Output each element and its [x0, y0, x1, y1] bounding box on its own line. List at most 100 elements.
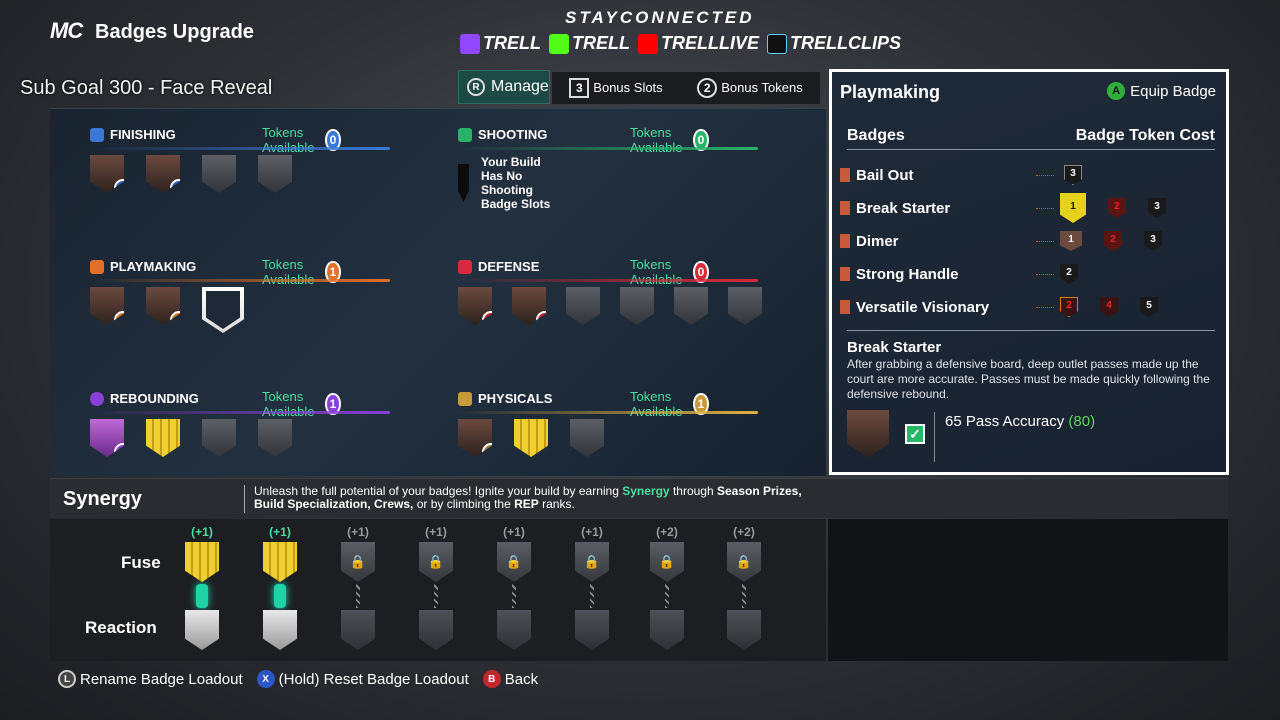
- prompt-label: (Hold) Reset Badge Loadout: [278, 670, 469, 688]
- row-marker: [840, 300, 850, 314]
- shooting-icon: [458, 127, 472, 142]
- social-handle-label: TRELLCLIPS: [790, 33, 901, 53]
- badge-slot[interactable]: 1: [146, 287, 180, 325]
- empty-badge-slot[interactable]: [202, 155, 236, 193]
- bonus-slots-label: Bonus Slots: [593, 80, 663, 95]
- category-underline: [458, 411, 758, 414]
- reaction-slot[interactable]: [185, 610, 219, 650]
- tiktok-icon: [767, 33, 787, 54]
- empty-badge-slot[interactable]: [570, 419, 604, 457]
- tier-cost[interactable]: 5: [1140, 297, 1158, 317]
- locked-fuse-slot: 🔒: [727, 542, 761, 582]
- empty-badge-slot[interactable]: [258, 155, 292, 193]
- tier-cost[interactable]: 2: [1060, 264, 1078, 284]
- reaction-label: Reaction: [85, 618, 157, 637]
- reaction-slot[interactable]: [263, 610, 297, 650]
- selected-badge-description: After grabbing a defensive board, deep o…: [847, 357, 1210, 401]
- locked-reaction-slot: [341, 610, 375, 650]
- playmaking-detail-panel: Playmaking A Equip Badge Badges Badge Toke…: [829, 69, 1229, 475]
- badge-level: 1: [170, 311, 180, 325]
- synergy-detail-area: [828, 519, 1228, 661]
- tier-cost[interactable]: 4: [1100, 297, 1118, 317]
- tier-cost[interactable]: 3: [1144, 231, 1162, 251]
- badge-slot[interactable]: 2: [458, 419, 492, 457]
- badge-row-versatile-visionary[interactable]: Versatile Visionary 2 4 5: [840, 295, 1210, 319]
- synergy-bonus: (+1): [191, 525, 213, 539]
- synergy-column: (+2) 🔒: [719, 525, 769, 650]
- rename-loadout-prompt[interactable]: L Rename Badge Loadout: [58, 670, 243, 688]
- tokens-available-label: Tokens Available: [630, 125, 683, 155]
- badge-level: 3: [482, 311, 492, 325]
- button-prompts: L Rename Badge Loadout X (Hold) Reset Badg…: [58, 670, 538, 688]
- social-handle-label: TRELLLIVE: [661, 33, 759, 53]
- tier-cost[interactable]: 1: [1060, 231, 1082, 251]
- tier-cost[interactable]: 2: [1104, 231, 1122, 251]
- badge-level: 2: [114, 179, 124, 193]
- tier-cost[interactable]: 2: [1060, 297, 1078, 317]
- break-starter-badge-icon: [847, 410, 889, 458]
- badge-slot[interactable]: 1: [90, 287, 124, 325]
- fuse-slot[interactable]: [185, 542, 219, 582]
- manage-label: Manage: [491, 78, 549, 95]
- tier-cost[interactable]: 2: [1108, 198, 1126, 218]
- social-handle-label: TRELL: [572, 33, 630, 53]
- synergy-column[interactable]: (+1): [177, 525, 227, 650]
- badge-row-bail-out[interactable]: Bail Out 3: [840, 163, 1210, 187]
- badge-slot[interactable]: 1: [512, 287, 546, 325]
- empty-badge-slot[interactable]: [728, 287, 762, 325]
- l-stick-icon: L: [58, 670, 76, 688]
- stay-connected-banner: STAYCONNECTED: [565, 8, 755, 27]
- locked-reaction-slot: [497, 610, 531, 650]
- locked-reaction-slot: [650, 610, 684, 650]
- back-prompt[interactable]: B Back: [482, 670, 538, 688]
- social-handle-label: TRELL: [483, 33, 541, 53]
- bonus-tokens-label: Bonus Tokens: [721, 80, 803, 95]
- tier-cost-selected[interactable]: 1: [1060, 193, 1086, 223]
- playmaking-icon: [90, 259, 104, 274]
- row-marker: [840, 267, 850, 281]
- synergy-bonus: (+2): [733, 525, 755, 539]
- empty-badge-slot[interactable]: [566, 287, 600, 325]
- synergy-column[interactable]: (+1): [255, 525, 305, 650]
- badge-row-strong-handle[interactable]: Strong Handle 2: [840, 262, 1210, 286]
- page-title: Badges Upgrade: [95, 21, 254, 43]
- tier-cost[interactable]: 3: [1148, 198, 1166, 218]
- synergy-header: Synergy Unleash the full potential of yo…: [50, 478, 1228, 518]
- equip-badge-button[interactable]: A Equip Badge: [1107, 82, 1216, 100]
- social-handles: TRELL TRELL TRELLLIVE TRELLCLIPS: [460, 33, 901, 54]
- badge-row-break-starter[interactable]: Break Starter 1 2 3: [840, 193, 1210, 223]
- empty-badge-slot[interactable]: [674, 287, 708, 325]
- category-defense: DEFENSE Tokens Available0 3 1: [458, 257, 762, 325]
- badge-slot[interactable]: 3: [458, 287, 492, 325]
- tokens-available-label: Tokens Available: [630, 389, 683, 419]
- reset-loadout-prompt[interactable]: X (Hold) Reset Badge Loadout: [256, 670, 469, 688]
- empty-badge-slot[interactable]: [620, 287, 654, 325]
- category-name: PHYSICALS: [478, 391, 553, 406]
- category-shooting: SHOOTING Tokens Available0 Your Build Ha…: [458, 125, 758, 211]
- empty-badge-slot[interactable]: [202, 419, 236, 457]
- selected-badge-slot[interactable]: [202, 287, 244, 333]
- empty-badge-slot[interactable]: [258, 419, 292, 457]
- category-name: FINISHING: [110, 127, 176, 142]
- a-button-icon: A: [1107, 82, 1126, 100]
- badge-slot[interactable]: 1: [146, 155, 180, 193]
- synergy-badge-slot[interactable]: [514, 419, 548, 457]
- bonus-tokens: 2 Bonus Tokens: [697, 78, 803, 98]
- category-playmaking: PLAYMAKING Tokens Available1 1 1: [90, 257, 390, 333]
- manage-button[interactable]: R Manage: [458, 70, 550, 104]
- category-rebounding: REBOUNDING Tokens Available1 5: [90, 389, 390, 457]
- locked-fuse-slot: 🔒: [575, 542, 609, 582]
- badge-slot[interactable]: 5: [90, 419, 124, 457]
- synergy-column: (+2) 🔒: [642, 525, 692, 650]
- fuse-slot[interactable]: [263, 542, 297, 582]
- category-name: PLAYMAKING: [110, 259, 197, 274]
- synergy-title: Synergy: [63, 488, 142, 510]
- badge-row-dimer[interactable]: Dimer 1 2 3: [840, 229, 1210, 253]
- badge-name: Bail Out: [856, 166, 914, 184]
- badge-slot[interactable]: 2: [90, 155, 124, 193]
- no-shooting-slots-message: Your Build Has No Shooting Badge Slots: [480, 155, 551, 211]
- synergy-text: or by climbing the: [413, 497, 515, 511]
- finishing-icon: [90, 127, 104, 142]
- synergy-badge-slot[interactable]: [146, 419, 180, 457]
- synergy-column: (+1) 🔒: [333, 525, 383, 650]
